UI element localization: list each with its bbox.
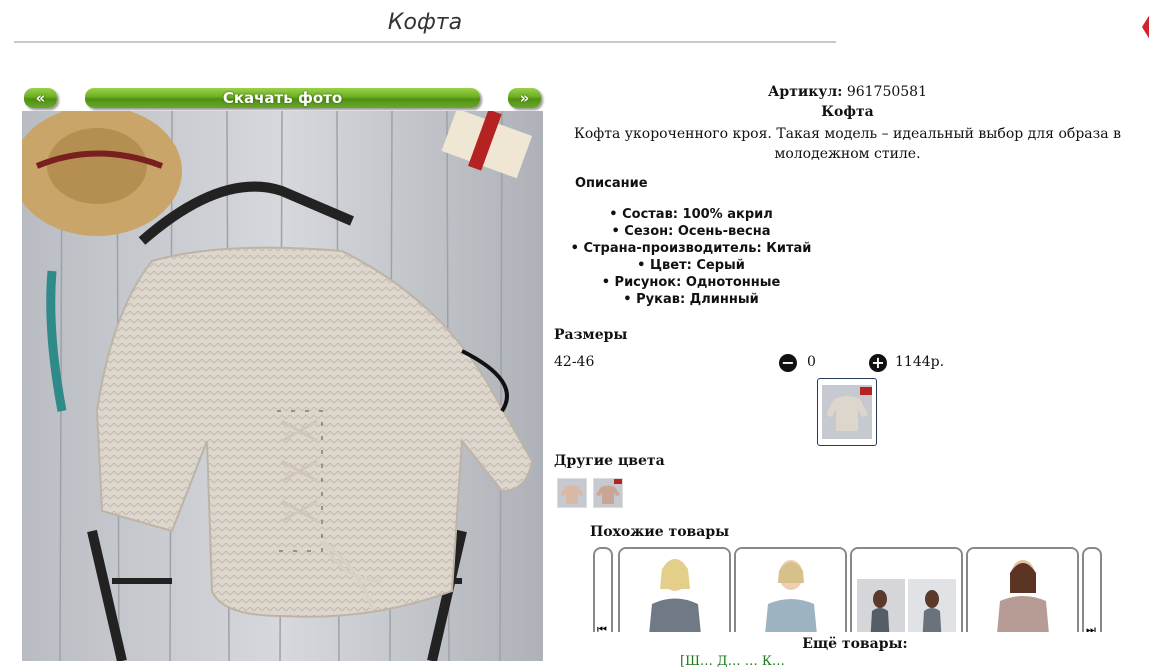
- size-label: 42-46: [554, 354, 595, 370]
- product-photo[interactable]: [22, 111, 543, 661]
- close-icon[interactable]: [1138, 14, 1149, 40]
- product-name: Кофта: [821, 104, 874, 120]
- more-products-links[interactable]: [Ш… Д… … К…: [680, 654, 785, 669]
- property-item: Цвет: Серый: [556, 257, 826, 274]
- product-description: Кофта укороченного кроя. Такая модель – …: [574, 126, 1121, 162]
- next-photo-button[interactable]: »: [508, 88, 541, 108]
- increase-quantity-button[interactable]: +: [869, 354, 887, 372]
- property-item: Страна-производитель: Китай: [556, 240, 826, 257]
- decrease-quantity-button[interactable]: −: [779, 354, 797, 372]
- article-label: Артикул:: [768, 84, 843, 100]
- property-item: Рукав: Длинный: [556, 291, 826, 308]
- article-value: 961750581: [846, 84, 927, 100]
- sizes-heading: Размеры: [554, 327, 628, 343]
- quantity-value: 0: [807, 354, 816, 370]
- download-photo-button[interactable]: Скачать фото: [85, 88, 480, 108]
- color-option-thumbnail[interactable]: [593, 478, 623, 508]
- other-colors-heading: Другие цвета: [554, 453, 665, 469]
- properties-list: Состав: 100% акрил Сезон: Осень-весна Ст…: [556, 206, 826, 308]
- article-line: Артикул: 961750581: [556, 84, 1139, 100]
- property-item: Рисунок: Однотонные: [556, 274, 826, 291]
- property-item: Сезон: Осень-весна: [556, 223, 826, 240]
- more-products-heading: Ещё товары:: [802, 636, 908, 652]
- property-item: Состав: 100% акрил: [556, 206, 826, 223]
- price-value: 1144р.: [895, 354, 945, 370]
- title-divider: [14, 41, 836, 43]
- similar-products-heading: Похожие товары: [590, 524, 730, 540]
- size-thumbnail[interactable]: [817, 378, 877, 446]
- prev-photo-button[interactable]: «: [24, 88, 57, 108]
- page-title: Кофта: [387, 10, 463, 35]
- description-heading: Описание: [575, 176, 648, 191]
- color-option-thumbnail[interactable]: [557, 478, 587, 508]
